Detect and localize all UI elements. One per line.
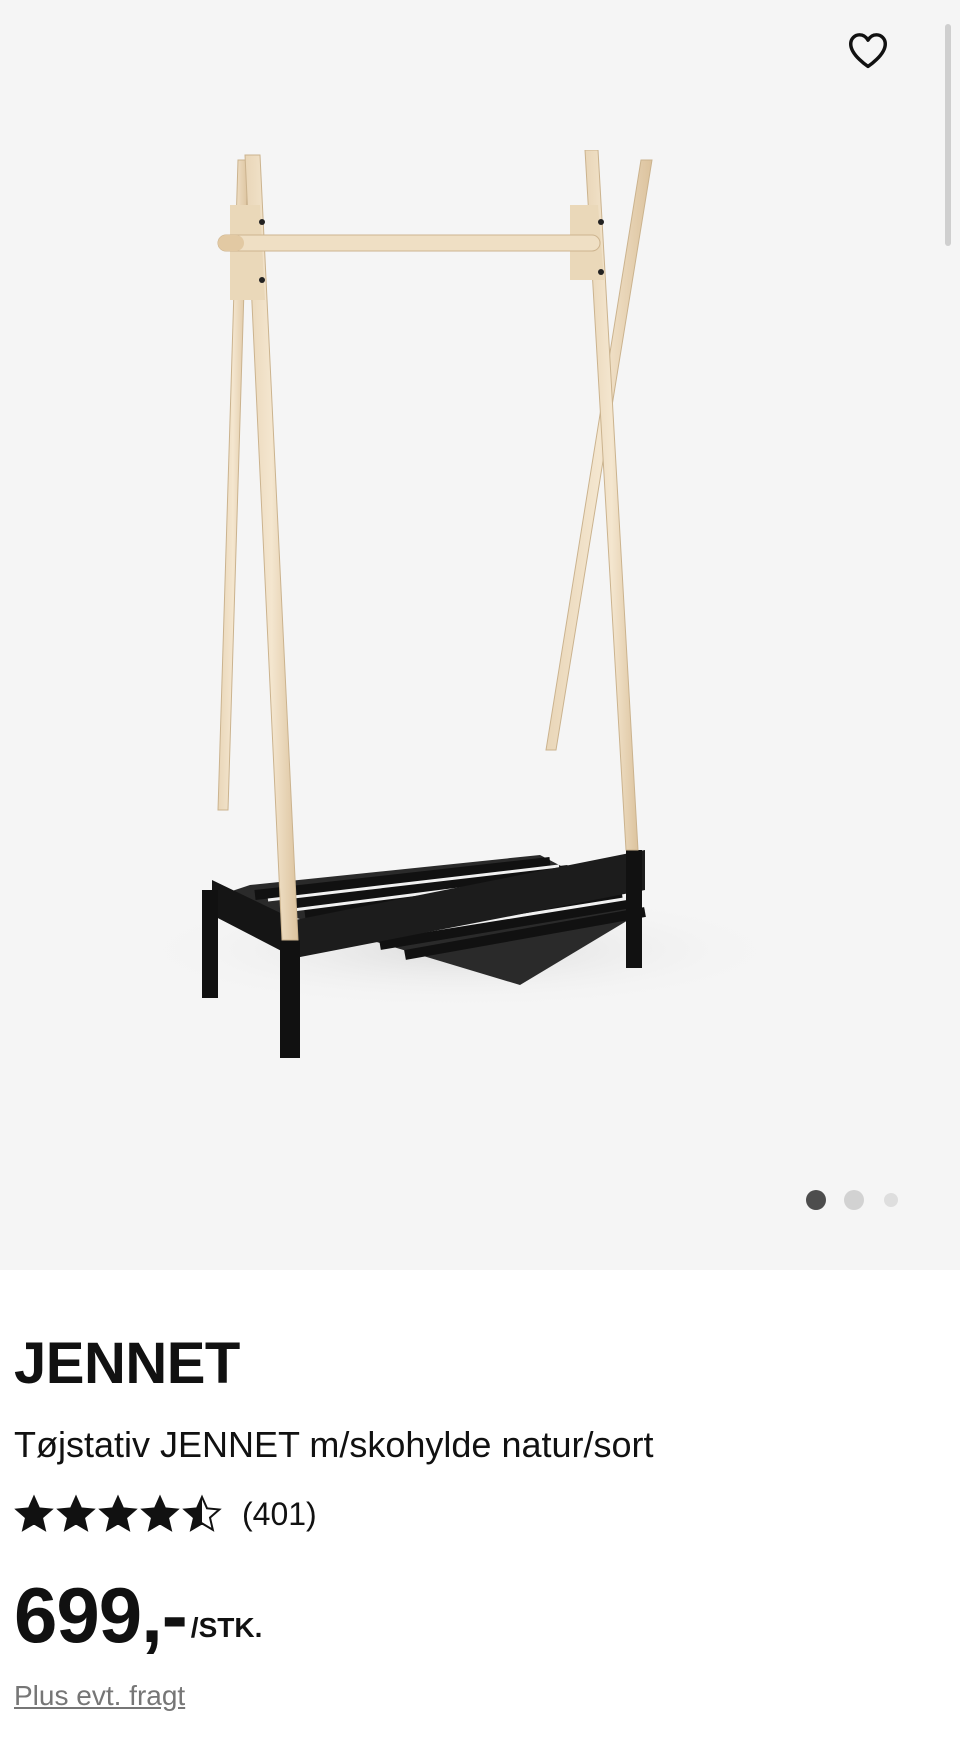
star-filled-icon xyxy=(140,1494,180,1532)
product-rating[interactable]: (401) xyxy=(14,1494,317,1534)
review-count: (401) xyxy=(242,1495,317,1532)
product-image xyxy=(130,150,790,1058)
star-filled-icon xyxy=(14,1494,54,1532)
product-price: 699,- xyxy=(14,1571,188,1659)
image-gallery[interactable] xyxy=(0,0,960,1270)
product-brand: JENNET xyxy=(14,1331,240,1396)
star-filled-icon xyxy=(98,1494,138,1532)
product-page: JENNET Tøjstativ JENNET m/skohylde natur… xyxy=(0,0,960,1738)
rating-stars xyxy=(14,1494,224,1534)
scrollbar[interactable] xyxy=(945,24,951,246)
shipping-link[interactable]: Plus evt. fragt xyxy=(14,1680,185,1712)
gallery-pagination xyxy=(806,1190,898,1210)
gallery-dot[interactable] xyxy=(884,1193,898,1207)
gallery-dot[interactable] xyxy=(844,1190,864,1210)
star-half-icon xyxy=(182,1494,222,1532)
star-filled-icon xyxy=(56,1494,96,1532)
price-unit: /STK. xyxy=(190,1612,263,1643)
price-row: 699,- /STK. xyxy=(14,1576,262,1654)
heart-outline-icon xyxy=(849,33,887,69)
gallery-dot-active[interactable] xyxy=(806,1190,826,1210)
product-description: Tøjstativ JENNET m/skohylde natur/sort xyxy=(14,1424,654,1465)
favorite-button[interactable] xyxy=(844,26,892,74)
